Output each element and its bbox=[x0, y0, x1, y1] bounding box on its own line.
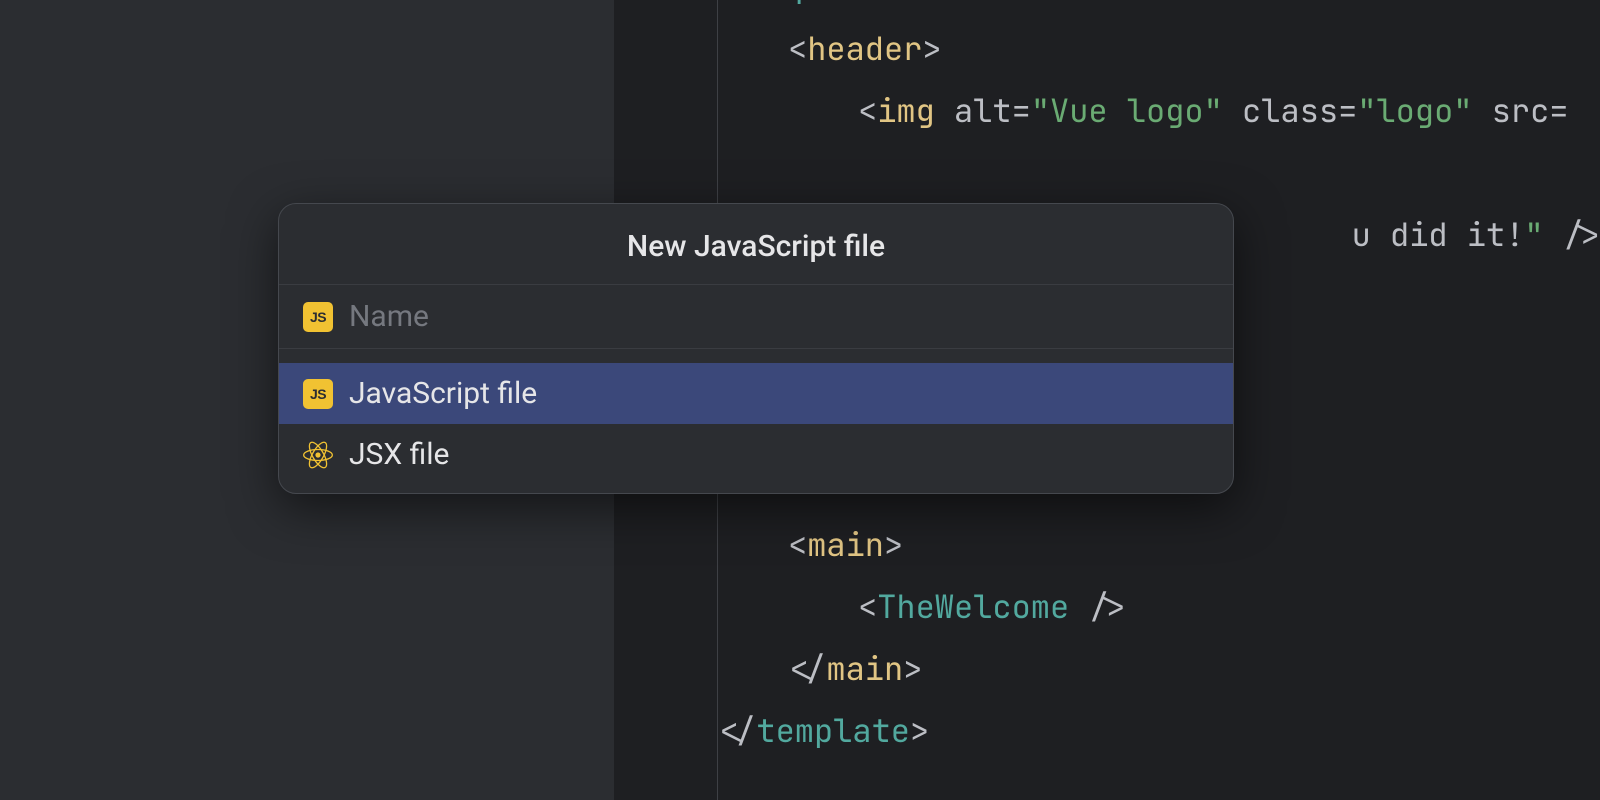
filename-input[interactable] bbox=[349, 299, 1209, 334]
dialog-title: New JavaScript file bbox=[279, 204, 1233, 285]
option-jsx-file[interactable]: JSX file bbox=[279, 424, 1233, 485]
js-icon bbox=[303, 302, 333, 332]
js-icon bbox=[303, 379, 333, 409]
file-type-options: JavaScript file JSX file bbox=[279, 349, 1233, 493]
code-line: <img alt="Vue logo" class="logo" src= bbox=[718, 80, 1600, 142]
code-line: </template> bbox=[718, 700, 1600, 762]
code-line: <template> bbox=[718, 0, 1600, 18]
code-line: <main> bbox=[718, 514, 1600, 576]
code-line: <header> bbox=[718, 18, 1600, 80]
code-line: </main> bbox=[718, 638, 1600, 700]
option-label: JavaScript file bbox=[349, 376, 537, 411]
code-line: <TheWelcome /> bbox=[718, 576, 1600, 638]
react-icon bbox=[303, 440, 333, 470]
code-line bbox=[718, 142, 1600, 204]
option-javascript-file[interactable]: JavaScript file bbox=[279, 363, 1233, 424]
new-file-dialog: New JavaScript file JavaScript file JSX … bbox=[278, 203, 1234, 494]
filename-row bbox=[279, 285, 1233, 349]
option-label: JSX file bbox=[349, 437, 449, 472]
